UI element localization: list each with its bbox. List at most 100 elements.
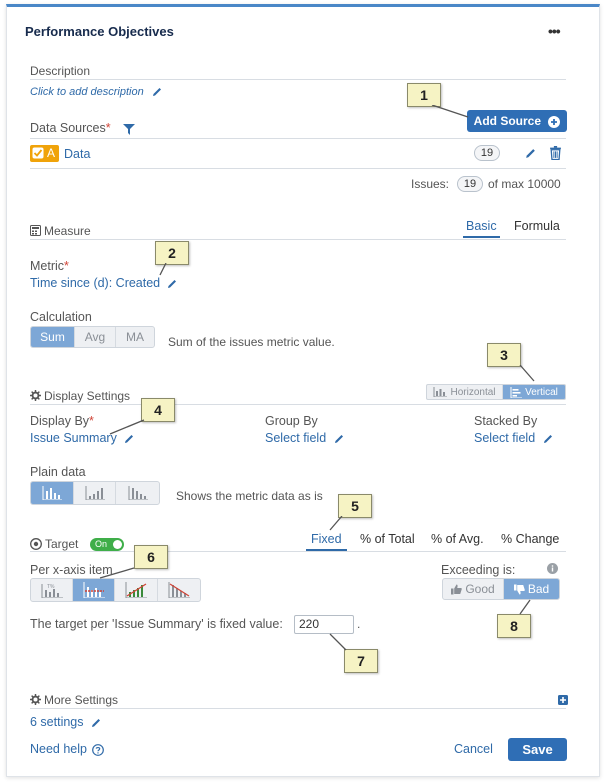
metric-label-text: Metric	[30, 259, 65, 273]
calc-ma-button[interactable]: MA	[116, 327, 154, 347]
callout-pointer	[431, 105, 469, 118]
bar-chart-vertical-icon	[510, 386, 523, 398]
add-description-link[interactable]: Click to add description	[30, 84, 163, 98]
pencil-icon	[153, 87, 162, 96]
expand-plus-icon[interactable]	[558, 695, 568, 705]
display-by-label: Display By*	[30, 414, 94, 428]
trend-up-bars-icon	[125, 582, 147, 598]
tab-percent-change[interactable]: % Change	[501, 532, 559, 546]
checkbox-checked-icon[interactable]	[32, 147, 44, 159]
calculator-icon	[30, 225, 41, 236]
chart-style-descending-button[interactable]	[116, 482, 159, 504]
exceeding-label: Exceeding is:	[441, 563, 516, 577]
more-settings-link-text: 6 settings	[30, 715, 84, 729]
metric-selector[interactable]: Time since (d): Created	[30, 276, 178, 290]
display-settings-label: Display Settings	[44, 389, 131, 403]
add-source-button[interactable]: Add Source	[467, 110, 567, 132]
group-by-selector[interactable]: Select field	[265, 431, 345, 445]
plain-data-style-toggle	[30, 481, 160, 505]
issues-count-badge: 19	[457, 176, 483, 192]
required-mark: *	[89, 414, 94, 428]
source-count-badge: 19	[474, 145, 500, 161]
tab-percent-of-total[interactable]: % of Total	[360, 532, 415, 546]
callout-1: 1	[407, 83, 441, 107]
tab-fixed[interactable]: Fixed	[306, 532, 347, 551]
target-style-toggle: T%	[30, 578, 201, 602]
orientation-horizontal-label: Horizontal	[450, 386, 496, 398]
tab-basic[interactable]: Basic	[463, 219, 500, 238]
calc-avg-button[interactable]: Avg	[75, 327, 116, 347]
callout-7: 7	[344, 649, 378, 673]
more-options-icon[interactable]: •••	[548, 23, 561, 39]
data-sources-label: Data Sources*	[30, 121, 111, 135]
exceeding-bad-button[interactable]: Bad	[504, 579, 559, 599]
toggle-knob	[113, 540, 122, 549]
callout-pointer	[329, 516, 343, 531]
callout-6: 6	[134, 545, 168, 569]
target-style-percent-button[interactable]: T%	[31, 579, 73, 601]
pencil-icon	[334, 434, 343, 443]
display-by-label-text: Display By	[30, 414, 90, 428]
exceeding-good-button[interactable]: Good	[443, 579, 504, 599]
target-section-label: Target	[45, 537, 79, 551]
orientation-vertical-button[interactable]: Vertical	[503, 385, 565, 399]
need-help-link[interactable]: Need help	[30, 742, 105, 756]
cancel-button[interactable]: Cancel	[454, 742, 493, 756]
info-icon[interactable]	[547, 563, 558, 574]
exceeding-toggle: Good Bad	[442, 578, 560, 600]
stacked-by-value: Select field	[474, 431, 536, 445]
target-style-line-button[interactable]	[73, 579, 115, 601]
target-toggle[interactable]: On	[90, 538, 124, 551]
trash-icon[interactable]	[549, 146, 562, 160]
orientation-horizontal-button[interactable]: Horizontal	[427, 385, 503, 399]
more-settings-label: More Settings	[44, 693, 119, 707]
orientation-vertical-label: Vertical	[525, 386, 558, 398]
add-source-label: Add Source	[473, 114, 541, 128]
callout-2: 2	[155, 241, 189, 265]
percent-bars-icon: T%	[41, 584, 63, 598]
callout-pointer	[159, 263, 167, 276]
edit-source-icon[interactable]	[524, 147, 537, 160]
divider	[30, 168, 566, 169]
callout-3: 3	[487, 343, 521, 367]
stacked-by-selector[interactable]: Select field	[474, 431, 554, 445]
pencil-icon	[168, 279, 177, 288]
divider	[30, 239, 566, 240]
save-button[interactable]: Save	[508, 738, 567, 761]
chart-style-ascending-button[interactable]	[74, 482, 116, 504]
callout-5: 5	[338, 494, 372, 518]
fixed-target-text: The target per 'Issue Summary' is fixed …	[30, 617, 283, 631]
metric-label: Metric*	[30, 259, 69, 273]
more-settings-link[interactable]: 6 settings	[30, 715, 102, 729]
description-label: Description	[30, 64, 91, 78]
divider	[30, 708, 566, 709]
gear-icon	[30, 390, 41, 401]
source-prefix: A	[47, 146, 56, 160]
tab-percent-of-avg[interactable]: % of Avg.	[431, 532, 484, 546]
bar-chart-icon	[42, 486, 62, 500]
need-help-text: Need help	[30, 742, 87, 756]
tab-formula[interactable]: Formula	[514, 219, 560, 233]
callout-pointer	[329, 633, 347, 651]
calc-sum-button[interactable]: Sum	[31, 327, 75, 347]
callout-pointer	[519, 365, 535, 382]
divider	[30, 551, 566, 552]
pencil-icon	[543, 434, 552, 443]
filter-icon[interactable]	[123, 124, 135, 135]
target-style-trend-down-button[interactable]	[158, 579, 200, 601]
data-source-name[interactable]: Data	[64, 147, 90, 161]
gear-icon	[30, 694, 41, 705]
issues-label: Issues:	[411, 177, 450, 191]
bar-chart-ascending-icon	[85, 486, 105, 500]
plain-data-label: Plain data	[30, 465, 86, 479]
issues-max-text: of max 10000	[488, 177, 561, 191]
target-style-trend-up-button[interactable]	[115, 579, 158, 601]
calculation-toggle: Sum Avg MA	[30, 326, 155, 348]
metric-value: Time since (d): Created	[30, 276, 161, 290]
chart-style-standard-button[interactable]	[31, 482, 74, 504]
plus-circle-icon	[548, 115, 561, 128]
measure-section-label: Measure	[44, 224, 91, 238]
required-mark: *	[64, 259, 69, 273]
target-toggle-label: On	[95, 539, 108, 549]
exceeding-good-label: Good	[465, 582, 495, 596]
